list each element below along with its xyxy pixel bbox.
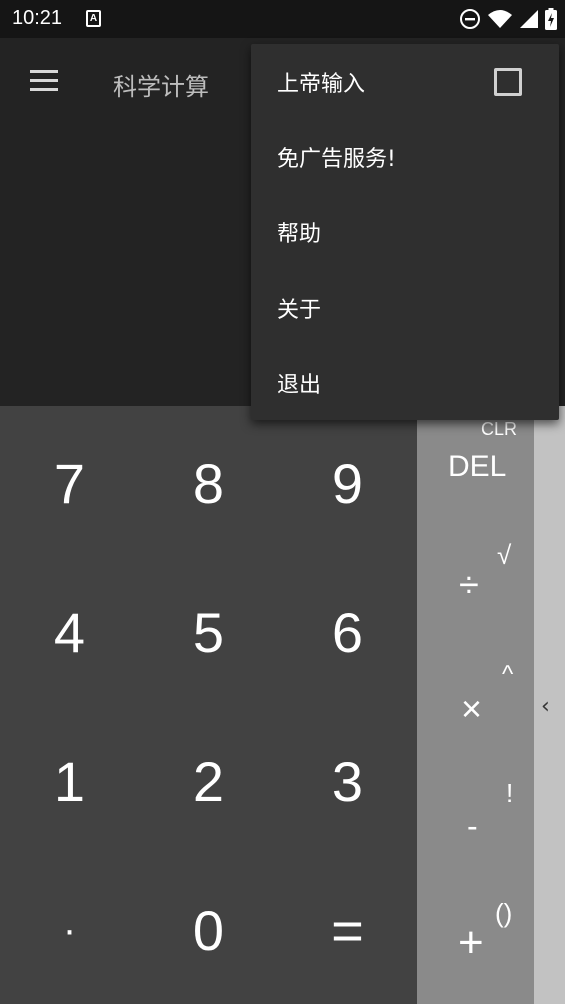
key-7[interactable]: 7: [0, 409, 139, 558]
notification-a-icon: A: [86, 10, 101, 27]
menu-item-god-input[interactable]: 上帝输入: [251, 44, 559, 119]
menu-item-help[interactable]: 帮助: [251, 194, 559, 269]
sqrt-button[interactable]: √: [497, 540, 511, 571]
key-0[interactable]: 0: [139, 856, 278, 1004]
signal-icon: [520, 10, 538, 28]
clear-button[interactable]: CLR: [481, 419, 517, 440]
status-time: 10:21: [12, 7, 63, 29]
key-4[interactable]: 4: [0, 558, 139, 707]
divide-button[interactable]: ÷: [459, 564, 479, 606]
menu-item-label: 免广告服务!: [277, 146, 396, 172]
key-9[interactable]: 9: [278, 409, 417, 558]
status-icons: [459, 8, 557, 30]
key-equals[interactable]: =: [278, 856, 417, 1004]
operator-panel: CLR DEL √ ÷ ^ × ! - () +: [417, 406, 534, 1004]
dnd-icon: [460, 9, 480, 29]
menu-item-label: 关于: [277, 297, 322, 323]
plus-button[interactable]: +: [458, 918, 484, 968]
key-3[interactable]: 3: [278, 707, 417, 856]
factorial-button[interactable]: !: [506, 778, 513, 809]
multiply-button[interactable]: ×: [461, 688, 482, 730]
battery-charging-icon: [545, 8, 557, 30]
power-button[interactable]: ^: [502, 661, 513, 689]
menu-item-about[interactable]: 关于: [251, 270, 559, 345]
key-6[interactable]: 6: [278, 558, 417, 707]
menu-item-label: 上帝输入: [277, 71, 366, 97]
key-2[interactable]: 2: [139, 707, 278, 856]
key-1[interactable]: 1: [0, 707, 139, 856]
overflow-menu: 上帝输入 免广告服务! 帮助 关于 退出: [251, 44, 559, 420]
menu-item-label: 帮助: [277, 221, 322, 247]
wifi-icon: [488, 10, 512, 28]
key-8[interactable]: 8: [139, 409, 278, 558]
god-input-checkbox[interactable]: [494, 68, 522, 96]
key-decimal[interactable]: ·: [0, 856, 139, 1004]
number-pad: 7 8 9 4 5 6 1 2 3 · 0 =: [0, 406, 417, 1004]
page-title: 科学计算: [113, 73, 209, 101]
hamburger-menu-icon[interactable]: [28, 70, 60, 94]
menu-item-label: 退出: [277, 372, 322, 398]
status-bar: 10:21 A: [0, 0, 565, 38]
delete-button[interactable]: DEL: [448, 450, 506, 484]
menu-item-exit[interactable]: 退出: [251, 345, 559, 420]
minus-button[interactable]: -: [467, 808, 478, 845]
advanced-panel-handle[interactable]: ‹: [534, 406, 565, 1004]
parentheses-button[interactable]: (): [495, 898, 512, 929]
chevron-left-icon[interactable]: ‹: [541, 694, 550, 719]
menu-item-ad-free[interactable]: 免广告服务!: [251, 119, 559, 194]
key-5[interactable]: 5: [139, 558, 278, 707]
